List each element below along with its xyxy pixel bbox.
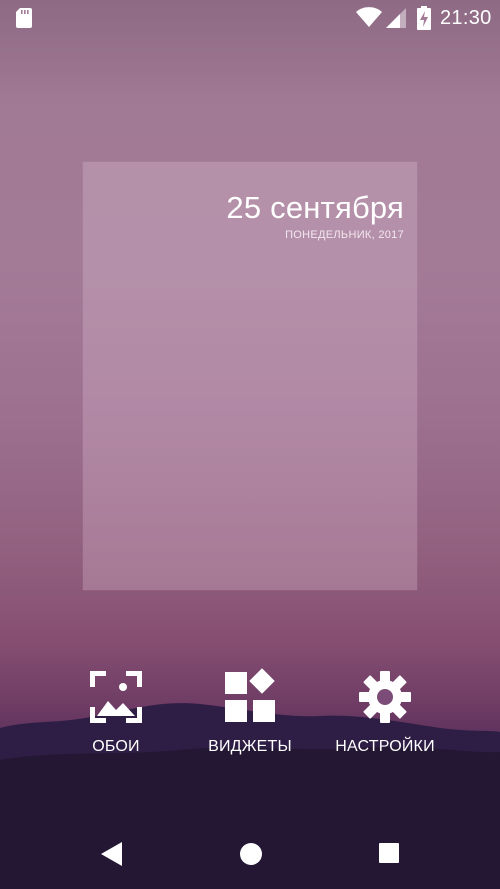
widgets-label: ВИДЖЕТЫ bbox=[208, 738, 292, 755]
navigation-bar bbox=[0, 820, 500, 889]
widgets-icon bbox=[225, 668, 275, 722]
wallpaper-icon bbox=[90, 671, 142, 723]
battery-charging-icon bbox=[417, 6, 431, 30]
wallpapers-button[interactable]: ОБОИ bbox=[51, 668, 181, 768]
signal-icon bbox=[386, 8, 406, 28]
back-icon[interactable] bbox=[100, 842, 122, 866]
settings-button[interactable]: НАСТРОЙКИ bbox=[320, 668, 450, 768]
status-time: 21:30 bbox=[440, 7, 492, 29]
home-icon[interactable] bbox=[239, 842, 263, 866]
home-screen-edit-mode: 21:30 25 сентября ПОНЕДЕЛЬНИК, 2017 ОБОИ… bbox=[0, 0, 500, 889]
settings-label: НАСТРОЙКИ bbox=[335, 738, 435, 755]
widgets-button[interactable]: ВИДЖЕТЫ bbox=[185, 668, 315, 768]
clock-date: 25 сентября bbox=[226, 190, 404, 225]
settings-gear-icon bbox=[359, 671, 411, 723]
clock-weekday-year: ПОНЕДЕЛЬНИК, 2017 bbox=[285, 229, 404, 241]
home-screen-preview[interactable]: 25 сентября ПОНЕДЕЛЬНИК, 2017 bbox=[83, 162, 417, 590]
wifi-icon bbox=[356, 7, 382, 27]
sd-card-icon bbox=[16, 8, 32, 28]
wallpapers-label: ОБОИ bbox=[92, 738, 140, 755]
status-bar: 21:30 bbox=[0, 0, 500, 36]
recents-icon[interactable] bbox=[378, 842, 400, 864]
